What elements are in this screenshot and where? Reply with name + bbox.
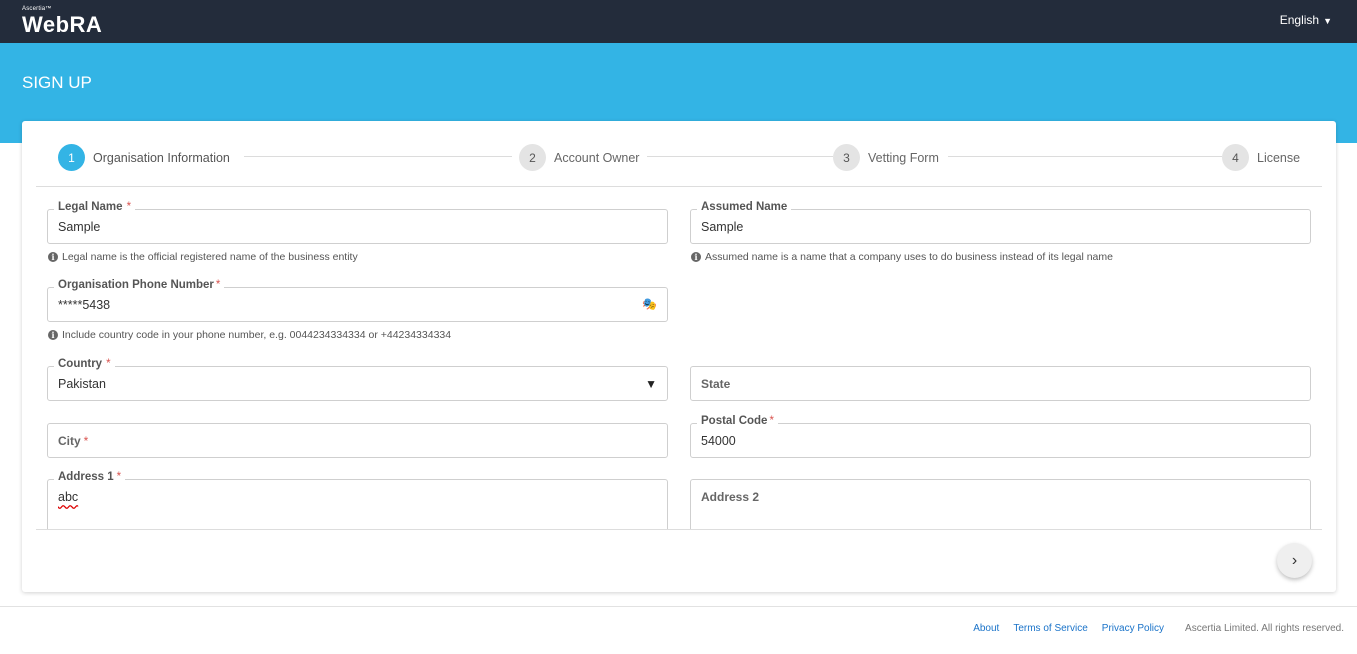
caret-down-icon: ▼	[1323, 16, 1332, 26]
step-account-owner[interactable]: 2 Account Owner	[519, 144, 639, 171]
phone-number-label: Organisation Phone Number *	[54, 279, 225, 291]
state-label: State	[701, 377, 731, 391]
assumed-name-label: Assumed Name	[697, 201, 792, 213]
step-organisation-information[interactable]: 1 Organisation Information	[58, 144, 230, 171]
terms-of-service-link[interactable]: Terms of Service	[1013, 623, 1087, 634]
info-icon: i	[48, 330, 58, 340]
legal-name-hint: i Legal name is the official registered n…	[48, 251, 358, 263]
form-divider	[36, 529, 1322, 530]
state-field[interactable]: State	[690, 366, 1311, 401]
assumed-name-field[interactable]: Assumed Name Sample	[690, 201, 1311, 244]
info-icon: i	[691, 252, 701, 262]
assumed-name-hint: i Assumed name is a name that a company u…	[691, 251, 1113, 263]
page-footer: About Terms of Service Privacy Policy As…	[0, 606, 1357, 652]
about-link[interactable]: About	[973, 623, 999, 634]
step-number: 1	[58, 144, 85, 171]
next-step-button[interactable]: ›	[1277, 543, 1312, 578]
required-mark: *	[83, 434, 89, 448]
phone-number-field[interactable]: Organisation Phone Number * *****5438 🎭	[47, 279, 668, 322]
address1-value: abc	[58, 490, 79, 504]
logo-product-name: WebRA	[22, 12, 103, 37]
legal-name-field[interactable]: Legal Name * Sample	[47, 201, 668, 244]
address2-label: Address 2	[701, 490, 760, 504]
postal-code-value: 54000	[701, 434, 736, 448]
step-vetting-form[interactable]: 3 Vetting Form	[833, 144, 939, 171]
country-label: Country *	[54, 358, 115, 370]
top-navbar: Ascertia™ WebRA English ▼	[0, 0, 1357, 43]
assumed-name-value: Sample	[701, 220, 744, 234]
step-label: License	[1257, 150, 1301, 165]
step-connector	[948, 156, 1222, 157]
organisation-form: Legal Name * Sample i Legal name is the of…	[22, 187, 1336, 529]
address1-label: Address 1 *	[54, 471, 126, 483]
signup-card: 1 Organisation Information 2 Account Own…	[22, 121, 1336, 592]
postal-code-label: Postal Code *	[697, 415, 778, 427]
step-license[interactable]: 4 License	[1222, 144, 1300, 171]
language-label: English	[1279, 13, 1320, 27]
step-label: Account Owner	[554, 150, 640, 165]
step-number: 4	[1222, 144, 1249, 171]
required-mark: *	[215, 279, 221, 291]
step-connector	[244, 156, 512, 157]
required-mark: *	[116, 471, 122, 483]
legal-name-label: Legal Name *	[54, 201, 136, 213]
phone-number-hint: i Include country code in your phone numb…	[48, 329, 451, 341]
language-selector[interactable]: English ▼	[1280, 13, 1332, 27]
page-title: SIGN UP	[22, 73, 92, 92]
required-mark: *	[126, 201, 132, 213]
legal-name-value: Sample	[58, 220, 101, 234]
step-label: Vetting Form	[868, 150, 939, 165]
footer-links: About Terms of Service Privacy Policy As…	[973, 623, 1344, 634]
country-select[interactable]: Country * Pakistan ▼	[47, 358, 668, 401]
step-label: Organisation Information	[93, 150, 230, 165]
address1-field[interactable]: Address 1 * abc	[47, 471, 668, 529]
info-icon: i	[48, 252, 58, 262]
required-mark: *	[106, 358, 111, 370]
city-field[interactable]: City *	[47, 423, 668, 458]
dropdown-arrow-icon: ▼	[645, 377, 657, 391]
city-label: City *	[58, 434, 89, 448]
phone-number-value: *****5438	[58, 298, 111, 312]
postal-code-field[interactable]: Postal Code * 54000	[690, 415, 1311, 458]
chevron-right-icon: ›	[1291, 551, 1298, 569]
stepper: 1 Organisation Information 2 Account Own…	[36, 121, 1322, 187]
required-mark: *	[769, 415, 774, 427]
mask-toggle-icon[interactable]: 🎭	[642, 297, 657, 311]
step-number: 2	[519, 144, 546, 171]
address2-field[interactable]: Address 2	[690, 479, 1311, 529]
copyright-text: Ascertia Limited. All rights reserved.	[1185, 623, 1344, 634]
country-value: Pakistan	[58, 377, 106, 391]
privacy-policy-link[interactable]: Privacy Policy	[1102, 623, 1164, 634]
step-connector	[647, 156, 833, 157]
webra-logo[interactable]: Ascertia™ WebRA	[22, 6, 102, 37]
step-number: 3	[833, 144, 860, 171]
